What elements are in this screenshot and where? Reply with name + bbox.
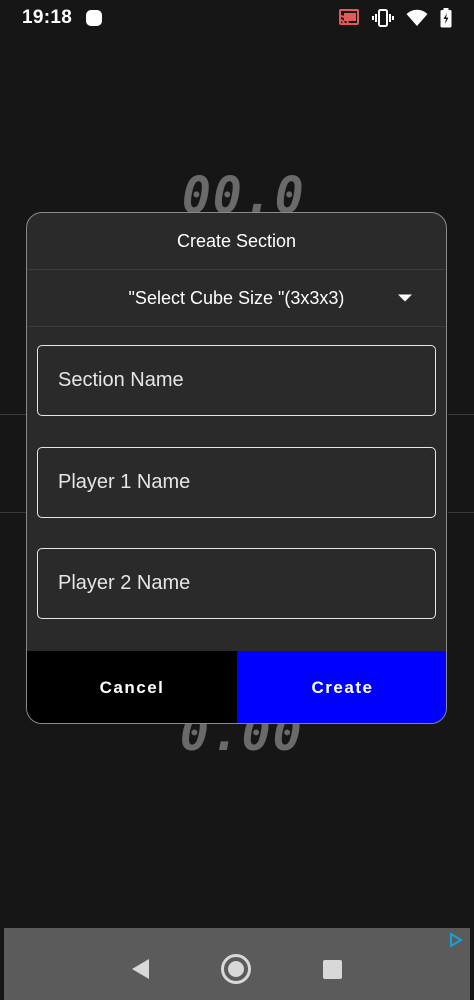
- wifi-icon: [406, 9, 428, 26]
- background-divider: [448, 414, 474, 415]
- back-icon[interactable]: [132, 959, 149, 979]
- dropdown-arrow-icon: [398, 294, 412, 302]
- recents-icon[interactable]: [323, 959, 342, 979]
- background-divider: [0, 414, 26, 415]
- cast-icon: [339, 9, 359, 25]
- vibrate-icon: [372, 9, 394, 27]
- cancel-button[interactable]: Cancel: [27, 651, 237, 723]
- app-screen: 19:18 00.0 0.00 Create Section "Select C…: [0, 0, 474, 1000]
- background-divider: [448, 512, 474, 513]
- background-divider: [0, 512, 26, 513]
- status-left: 19:18: [22, 7, 103, 29]
- player-1-name-input[interactable]: [37, 447, 436, 518]
- dialog-actions: Cancel Create: [27, 651, 446, 723]
- home-icon[interactable]: [221, 954, 251, 984]
- dialog-divider: [27, 326, 446, 327]
- navigation-bar: [0, 938, 474, 1000]
- create-section-dialog: Create Section "Select Cube Size "(3x3x3…: [26, 212, 447, 724]
- status-right: [338, 8, 452, 28]
- dialog-title: Create Section: [176, 230, 297, 251]
- battery-icon: [440, 8, 452, 28]
- create-button[interactable]: Create: [237, 651, 446, 723]
- home-icon-inner: [228, 961, 244, 977]
- status-bar: 19:18: [0, 0, 474, 36]
- player-2-name-input[interactable]: [37, 548, 436, 619]
- status-time: 19:18: [22, 7, 73, 28]
- cube-size-select[interactable]: "Select Cube Size "(3x3x3): [27, 270, 446, 326]
- section-name-input[interactable]: [37, 345, 436, 416]
- notification-icon: [86, 10, 103, 26]
- cube-size-select-value: "Select Cube Size "(3x3x3): [128, 287, 345, 308]
